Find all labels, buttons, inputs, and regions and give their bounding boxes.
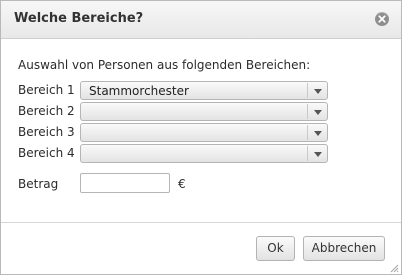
betrag-label: Betrag (18, 177, 59, 191)
bereich-4-label: Bereich 4 (18, 146, 75, 160)
close-icon[interactable] (375, 12, 389, 26)
select-divider (307, 104, 308, 119)
intro-text: Auswahl von Personen aus folgenden Berei… (18, 58, 311, 72)
ok-button[interactable]: Ok (256, 236, 295, 261)
select-divider (307, 83, 308, 98)
dialog: Welche Bereiche? Auswahl von Personen au… (0, 0, 402, 275)
footer-divider (1, 222, 401, 223)
dialog-title: Welche Bereiche? (14, 11, 144, 26)
bereich-2-select[interactable] (80, 102, 328, 121)
bereich-1-select[interactable]: Stammorchester (80, 81, 328, 100)
select-divider (307, 125, 308, 140)
chevron-down-icon[interactable] (314, 152, 322, 157)
cancel-button[interactable]: Abbrechen (303, 236, 385, 261)
bereich-3-label: Bereich 3 (18, 125, 75, 139)
select-divider (307, 146, 308, 161)
bereich-1-value: Stammorchester (89, 84, 189, 98)
resize-grip-icon[interactable] (389, 262, 399, 273)
chevron-down-icon[interactable] (314, 110, 322, 115)
bereich-1-label: Bereich 1 (18, 83, 75, 97)
chevron-down-icon[interactable] (314, 89, 322, 94)
bereich-2-label: Bereich 2 (18, 104, 75, 118)
chevron-down-icon[interactable] (314, 131, 322, 136)
dialog-titlebar[interactable]: Welche Bereiche? (1, 1, 401, 39)
bereich-4-select[interactable] (80, 144, 328, 163)
currency-label: € (178, 177, 186, 191)
betrag-input[interactable] (80, 173, 170, 193)
bereich-3-select[interactable] (80, 123, 328, 142)
